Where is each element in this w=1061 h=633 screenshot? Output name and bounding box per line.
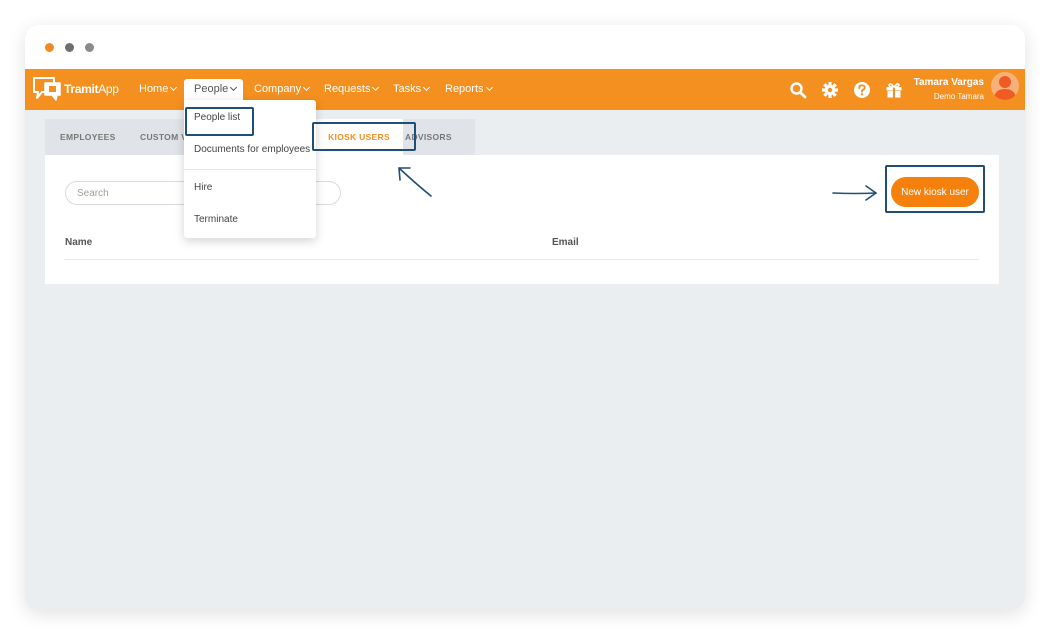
avatar[interactable]	[991, 72, 1019, 100]
arrow-to-kiosk-users-icon	[398, 167, 432, 197]
tramitapp-logo[interactable]: TramitApp	[32, 75, 119, 103]
nav-people-label: People	[194, 83, 229, 95]
nav-home[interactable]: Home	[129, 69, 186, 110]
logo-chat-icon	[33, 77, 61, 101]
chevron-down-icon	[303, 83, 311, 92]
chevron-down-icon	[423, 83, 431, 92]
user-company: Demo Tamara	[933, 92, 984, 101]
window-minimize-dot[interactable]	[65, 43, 74, 52]
menu-item-terminate[interactable]: Terminate	[194, 214, 238, 225]
gift-icon[interactable]	[885, 81, 903, 99]
user-avatar-icon	[994, 76, 1016, 100]
chevron-down-icon	[230, 83, 238, 92]
column-header-email[interactable]: Email	[552, 237, 579, 248]
nav-company-label: Company	[254, 83, 302, 95]
table-divider	[65, 259, 979, 260]
chevron-down-icon	[170, 83, 178, 92]
highlight-kiosk-users-tab	[312, 122, 416, 151]
window-titlebar	[25, 25, 1025, 69]
nav-tasks-label: Tasks	[393, 83, 422, 95]
window-maximize-dot[interactable]	[85, 43, 94, 52]
menu-divider	[184, 169, 316, 170]
chevron-down-icon	[372, 83, 380, 92]
nav-reports[interactable]: Reports	[435, 69, 502, 110]
arrow-to-new-button-icon	[832, 185, 877, 201]
help-icon[interactable]	[853, 81, 871, 99]
tab-employees[interactable]: EMPLOYEES	[45, 119, 125, 155]
menu-item-documents-for-employees[interactable]: Documents for employees	[194, 144, 310, 155]
brand-name: TramitApp	[64, 82, 119, 96]
menu-item-hire[interactable]: Hire	[194, 182, 212, 193]
nav-home-label: Home	[139, 83, 169, 95]
search-icon[interactable]	[789, 81, 807, 99]
top-navbar: TramitApp Home People Company Requests T…	[25, 69, 1025, 110]
nav-reports-label: Reports	[445, 83, 484, 95]
nav-tasks[interactable]: Tasks	[383, 69, 439, 110]
brand-name-bold: Tramit	[64, 82, 99, 96]
chevron-down-icon	[485, 83, 493, 92]
brand-name-light: App	[98, 82, 119, 96]
user-name[interactable]: Tamara Vargas	[914, 77, 984, 88]
window-close-dot[interactable]	[45, 43, 54, 52]
gear-icon[interactable]	[821, 81, 839, 99]
nav-requests-label: Requests	[324, 83, 371, 95]
highlight-people-list	[185, 107, 254, 136]
highlight-new-kiosk-user-button	[885, 165, 985, 213]
column-header-name[interactable]: Name	[65, 237, 92, 248]
nav-requests[interactable]: Requests	[314, 69, 388, 110]
app-window: TramitApp Home People Company Requests T…	[25, 25, 1025, 610]
